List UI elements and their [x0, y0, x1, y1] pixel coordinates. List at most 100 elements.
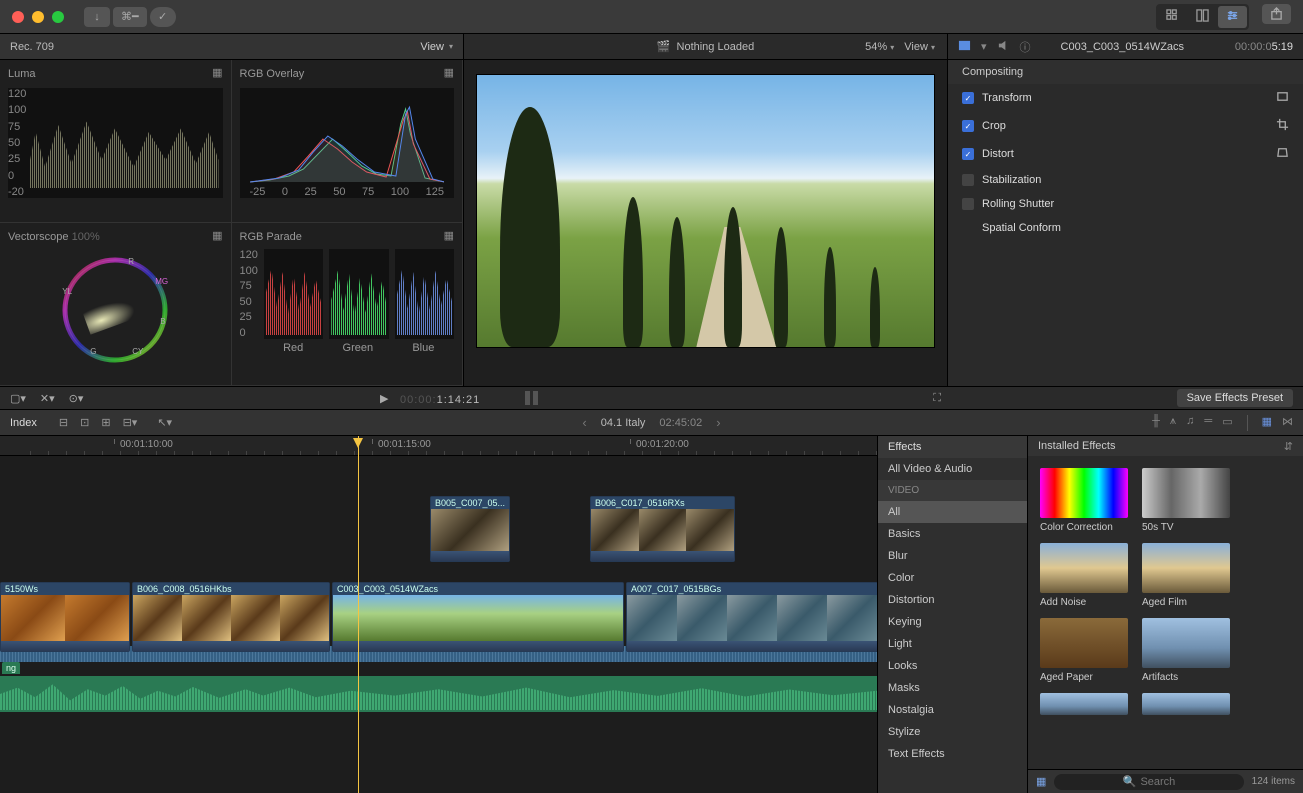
spatial-conform-row[interactable]: Spatial Conform — [948, 216, 1303, 240]
save-effects-preset-button[interactable]: Save Effects Preset — [1177, 389, 1293, 407]
audio-meters-icon[interactable] — [525, 391, 538, 405]
skimming-toggle[interactable]: ╫ — [1152, 415, 1160, 431]
clip-label: B005_C007_05... — [431, 497, 509, 509]
clip-appearance-menu[interactable]: ▢▾ — [10, 392, 26, 405]
scopes-view-menu[interactable]: View — [420, 41, 444, 53]
timeline-clip[interactable]: B006_C008_0516HKbs — [132, 582, 330, 652]
timeline-clip[interactable]: C003_C003_0514WZacs — [332, 582, 624, 652]
inspector-row-distort[interactable]: ✓Distort — [948, 140, 1303, 168]
checkbox[interactable]: ✓ — [962, 120, 974, 132]
keyword-button[interactable]: ⌘━ — [113, 7, 147, 27]
fullscreen-button[interactable]: ⛶ — [933, 392, 941, 405]
play-button[interactable]: ▶ — [380, 392, 388, 405]
import-button[interactable]: ↓ — [84, 7, 110, 27]
timeline-clip[interactable]: B005_C007_05... — [430, 496, 510, 562]
video-scopes-panel: Rec. 709 View ▾ Luma ▦ 1201007550250-20 … — [0, 34, 464, 386]
scope-settings-icon[interactable]: ▦ — [212, 66, 222, 79]
snapping-toggle[interactable]: ═ — [1204, 415, 1212, 431]
scope-settings-icon[interactable]: ▦ — [444, 66, 454, 79]
timeline-history-back[interactable]: ‹ — [582, 415, 586, 430]
scope-settings-icon[interactable]: ▦ — [212, 229, 222, 242]
share-button[interactable] — [1262, 4, 1291, 24]
list-layout-button[interactable] — [1188, 6, 1217, 28]
vectorscope-scale: 100% — [72, 231, 100, 243]
effects-category[interactable]: Nostalgia — [878, 699, 1027, 721]
maximize-button[interactable] — [52, 11, 64, 23]
effect-item[interactable]: Aged Paper — [1040, 618, 1128, 683]
effects-category[interactable]: Looks — [878, 655, 1027, 677]
crop-icon[interactable] — [1276, 118, 1289, 134]
effects-category[interactable]: All — [878, 501, 1027, 523]
insert-clip-icon[interactable]: ⊡ — [80, 416, 89, 429]
inspector-row-rolling-shutter[interactable]: Rolling Shutter — [948, 192, 1303, 216]
effects-category[interactable]: Basics — [878, 523, 1027, 545]
effects-category[interactable]: Masks — [878, 677, 1027, 699]
render-toggle[interactable]: ▭ — [1222, 415, 1232, 431]
viewer-view-menu[interactable]: View ▾ — [904, 41, 935, 53]
connect-clip-icon[interactable]: ⊟ — [59, 416, 68, 429]
effects-category[interactable]: Blur — [878, 545, 1027, 567]
scopes-preset: Rec. 709 — [10, 41, 54, 53]
select-tool-menu[interactable]: ↖▾ — [157, 416, 172, 429]
minimize-button[interactable] — [32, 11, 44, 23]
effects-category[interactable]: Distortion — [878, 589, 1027, 611]
effects-header: Effects — [878, 436, 1027, 458]
effect-item[interactable]: Artifacts — [1142, 618, 1230, 683]
timeline[interactable]: 00:01:10:0000:01:15:0000:01:20:00 ng B00… — [0, 436, 877, 793]
timeline-ruler[interactable]: 00:01:10:0000:01:15:0000:01:20:00 — [0, 436, 877, 456]
checkbox[interactable] — [962, 174, 974, 186]
effect-item[interactable]: Color Correction — [1040, 468, 1128, 533]
timeline-index-button[interactable]: Index — [10, 417, 37, 429]
browser-layout-button[interactable] — [1158, 6, 1187, 28]
timeline-clip[interactable]: B006_C017_0516RXs — [590, 496, 735, 562]
overwrite-clip-icon[interactable]: ⊟▾ — [123, 416, 138, 429]
project-duration: 02:45:02 — [659, 417, 702, 429]
generator-inspector-tab[interactable]: ▾ — [981, 40, 987, 53]
effect-item[interactable]: Aged Film — [1142, 543, 1230, 608]
checkbox[interactable]: ✓ — [962, 148, 974, 160]
append-clip-icon[interactable]: ⊞ — [101, 416, 110, 429]
solo-toggle[interactable]: ♫ — [1186, 415, 1194, 431]
clip-label: B006_C017_0516RXs — [591, 497, 734, 509]
zoom-menu[interactable]: 54% ▾ — [865, 41, 894, 53]
inspector-row-transform[interactable]: ✓Transform — [948, 84, 1303, 112]
effects-category[interactable]: Keying — [878, 611, 1027, 633]
effects-category[interactable]: Text Effects — [878, 743, 1027, 765]
effects-search[interactable]: 🔍 Search — [1054, 774, 1243, 790]
render-button[interactable]: ✓ — [150, 7, 176, 27]
effect-item[interactable]: 50s TV — [1142, 468, 1230, 533]
audio-skimming-toggle[interactable]: ⩚ — [1170, 415, 1176, 431]
effects-browser-toggle[interactable]: ▦ — [1262, 415, 1272, 431]
vscope-mg-label: MG — [155, 277, 168, 286]
transitions-browser-toggle[interactable]: ⋈ — [1282, 415, 1293, 431]
inspector-row-stabilization[interactable]: Stabilization — [948, 168, 1303, 192]
effects-thumbnail-mode[interactable]: ▦ — [1036, 775, 1046, 788]
skimming-menu[interactable]: ⊙▾ — [69, 392, 84, 405]
vectorscope-title: Vectorscope — [8, 231, 69, 243]
effects-category[interactable]: Color — [878, 567, 1027, 589]
timeline-clip[interactable]: A007_C017_0515BGs — [626, 582, 877, 652]
viewer-canvas[interactable] — [476, 74, 935, 348]
timeline-clip[interactable]: 5150Ws — [0, 582, 130, 652]
timeline-timecode[interactable]: 00:00:1:14:21 — [400, 389, 480, 407]
effects-category[interactable]: Light — [878, 633, 1027, 655]
installed-effects-menu[interactable]: Installed Effects — [1038, 440, 1115, 452]
video-inspector-tab[interactable] — [958, 39, 971, 55]
effect-item[interactable]: Add Noise — [1040, 543, 1128, 608]
audio-inspector-tab[interactable] — [997, 39, 1010, 55]
info-inspector-tab[interactable]: ⓘ — [1020, 39, 1031, 55]
checkbox[interactable]: ✓ — [962, 92, 974, 104]
close-button[interactable] — [12, 11, 24, 23]
effects-category[interactable]: All Video & Audio — [878, 458, 1027, 480]
timeline-history-forward[interactable]: › — [716, 415, 720, 430]
trap-icon[interactable] — [1276, 146, 1289, 162]
inspector-layout-button[interactable] — [1218, 6, 1247, 28]
effects-category[interactable]: Stylize — [878, 721, 1027, 743]
snap-menu[interactable]: ✕▾ — [40, 392, 55, 405]
inspector-row-crop[interactable]: ✓Crop — [948, 112, 1303, 140]
checkbox[interactable] — [962, 198, 974, 210]
rect-icon[interactable] — [1276, 90, 1289, 106]
scope-settings-icon[interactable]: ▦ — [444, 229, 454, 242]
effects-browser: Effects All Video & Audio VIDEO AllBasic… — [877, 436, 1303, 793]
playhead[interactable] — [358, 436, 359, 793]
